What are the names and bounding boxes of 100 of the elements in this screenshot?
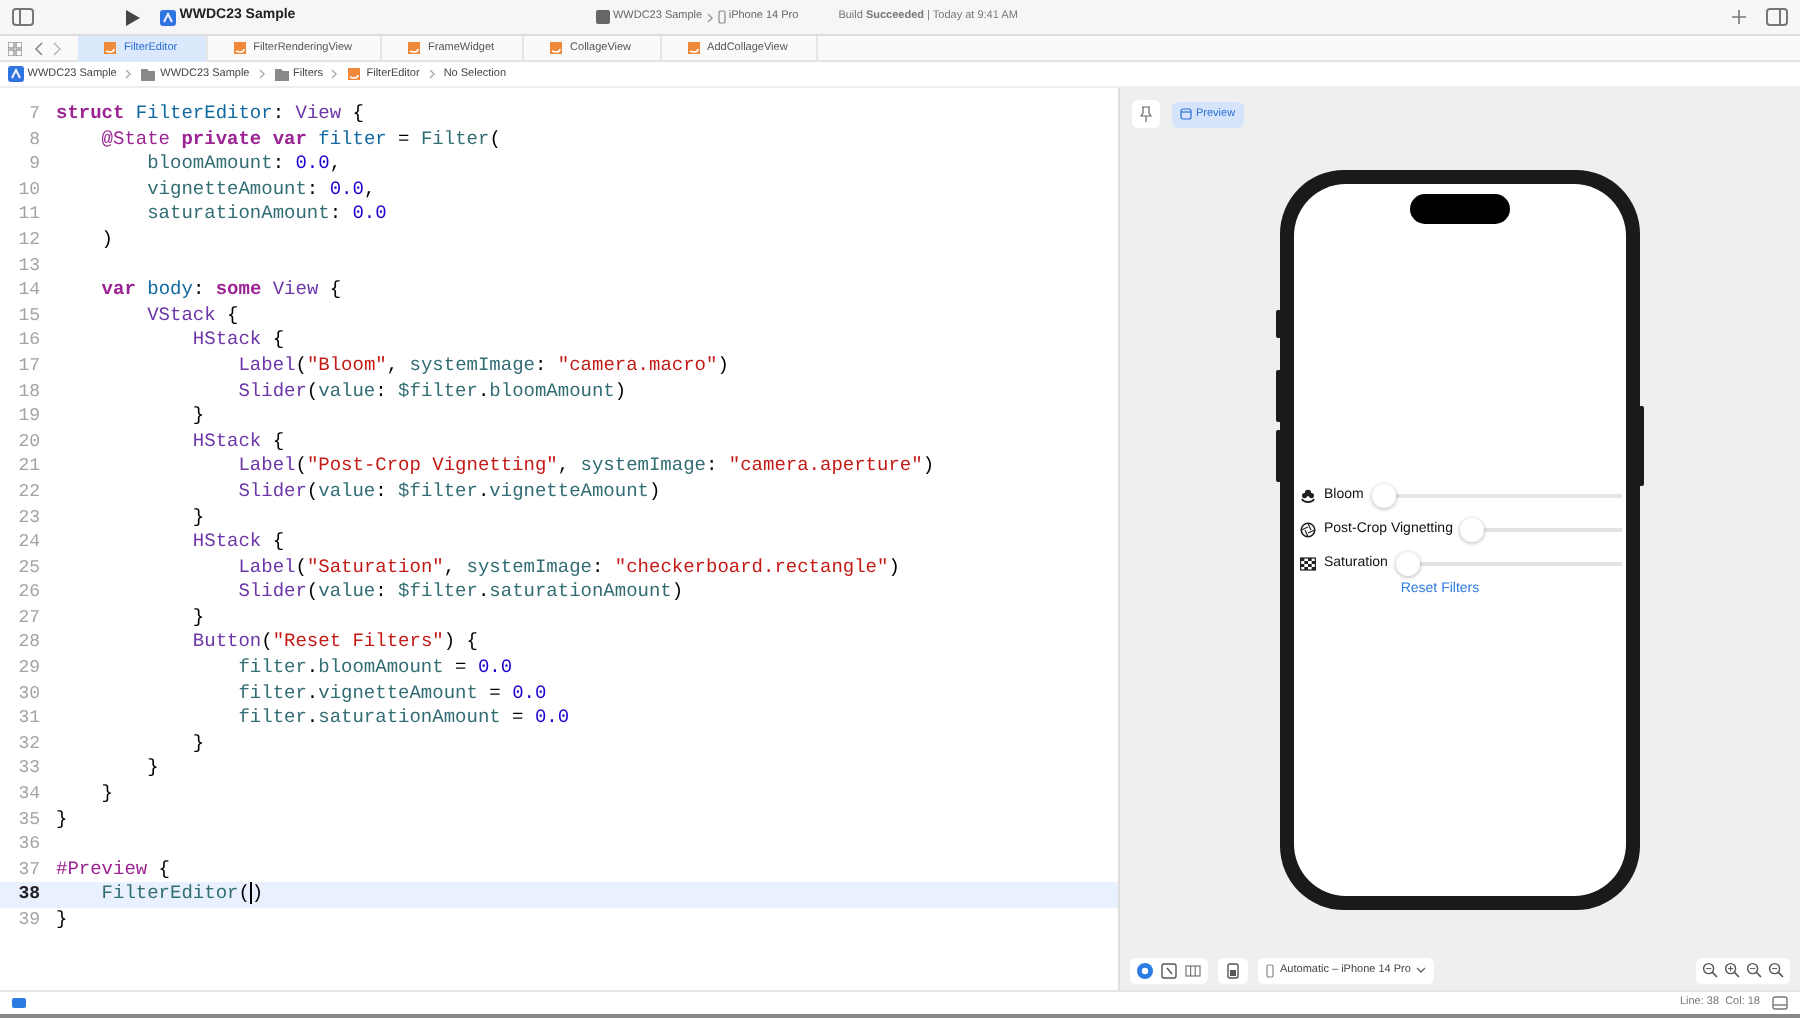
code-line: filter.saturationAmount = 0.0 xyxy=(236,706,570,732)
slider-thumb[interactable] xyxy=(1371,483,1396,508)
debug-area-icon xyxy=(12,998,28,1008)
line-number: 23 xyxy=(16,505,40,531)
line-number: 13 xyxy=(16,253,40,279)
zoom-in-icon[interactable] xyxy=(1724,962,1740,978)
run-button[interactable] xyxy=(126,9,140,25)
chevron-icon xyxy=(330,68,339,80)
chevron-down-icon xyxy=(1416,966,1427,974)
line-number: 29 xyxy=(16,656,40,682)
sidebar-toggle-icon[interactable] xyxy=(12,8,34,26)
zoom-actual-icon[interactable] xyxy=(1768,962,1784,978)
slider-track[interactable] xyxy=(1371,483,1622,508)
code-line: } xyxy=(145,756,159,783)
live-mode-icon[interactable] xyxy=(1136,961,1154,979)
chevron-icon xyxy=(427,68,436,80)
app-icon xyxy=(160,9,176,25)
folder-icon xyxy=(273,66,290,82)
chevron-icon xyxy=(124,68,133,80)
code-line: saturationAmount: 0.0 xyxy=(145,202,387,228)
line-number: 26 xyxy=(16,580,40,606)
flower-icon xyxy=(1300,487,1316,504)
dynamic-island xyxy=(1410,194,1510,224)
code-line: Button("Reset Filters") { xyxy=(190,630,478,657)
grid-icon[interactable] xyxy=(8,41,22,55)
line-number: 32 xyxy=(16,731,40,757)
code-line: FilterEditor() xyxy=(99,882,264,908)
line-number: 31 xyxy=(16,706,40,732)
code-line: HStack { xyxy=(190,429,285,455)
folder-icon xyxy=(140,66,157,82)
slider-track[interactable] xyxy=(1460,517,1622,542)
line-number: 16 xyxy=(16,328,40,354)
line-number: 7 xyxy=(27,102,40,128)
line-number: 22 xyxy=(16,479,40,505)
line-number: 21 xyxy=(16,454,40,480)
panel-toggle-icon[interactable] xyxy=(1772,996,1788,1010)
checkerboard-icon xyxy=(1300,555,1316,572)
line-number: 25 xyxy=(16,555,40,581)
line-number: 24 xyxy=(16,530,40,556)
code-line: var body: some View { xyxy=(99,278,342,304)
line-number: 30 xyxy=(16,681,40,707)
chevron-icon xyxy=(257,68,266,80)
code-line: Label("Bloom", systemImage: "camera.macro") xyxy=(236,353,729,380)
zoom-fit-icon[interactable] xyxy=(1746,962,1762,978)
line-number: 9 xyxy=(27,152,40,178)
code-line: filter.bloomAmount = 0.0 xyxy=(236,656,513,682)
code-line: } xyxy=(99,782,114,808)
code-line: Label("Post-Crop Vignetting", systemImage: "camera.aperture") xyxy=(236,454,935,480)
line-number: 35 xyxy=(16,807,40,833)
line-number: 12 xyxy=(16,227,40,254)
project-icon xyxy=(8,66,24,82)
code-line: HStack { xyxy=(190,328,285,354)
code-line: } xyxy=(54,908,68,934)
line-number: 10 xyxy=(16,177,40,203)
code-line: bloomAmount: 0.0, xyxy=(145,152,342,178)
swift-file-icon xyxy=(346,66,363,82)
pin-icon xyxy=(1140,106,1152,122)
code-line: Label("Saturation", systemImage: "checkerboard.rectangle") xyxy=(236,555,900,581)
slider-thumb[interactable] xyxy=(1395,551,1420,576)
code-line: Slider(value: $filter.saturationAmount) xyxy=(236,580,684,606)
line-number: 36 xyxy=(16,832,40,858)
code-line: vignetteAmount: 0.0, xyxy=(145,177,376,203)
zoom-out-icon[interactable] xyxy=(1702,962,1718,978)
line-number: 20 xyxy=(16,429,40,455)
phone-icon xyxy=(717,10,726,24)
swift-file-icon xyxy=(102,40,118,56)
code-line: VStack { xyxy=(145,303,239,329)
back-icon[interactable] xyxy=(34,41,44,55)
line-number: 19 xyxy=(16,404,40,430)
code-line: HStack { xyxy=(190,530,285,556)
line-number: 37 xyxy=(16,857,40,883)
line-number: 38 xyxy=(16,882,40,908)
code-line: } xyxy=(190,404,205,430)
line-number: 8 xyxy=(27,127,40,153)
line-number: 18 xyxy=(16,379,40,405)
line-number: 28 xyxy=(16,630,40,657)
code-line: @State private var filter = Filter( xyxy=(99,127,501,153)
add-icon[interactable] xyxy=(1732,10,1746,24)
line-number: 39 xyxy=(16,908,40,934)
device-settings-icon[interactable] xyxy=(1224,961,1242,979)
line-number: 14 xyxy=(16,278,40,304)
code-line: Slider(value: $filter.bloomAmount) xyxy=(236,379,627,405)
line-number: 27 xyxy=(16,605,40,631)
slider-track[interactable] xyxy=(1395,551,1622,576)
aperture-icon xyxy=(1300,521,1316,538)
chevron-icon xyxy=(705,11,714,23)
code-line: #Preview { xyxy=(54,857,171,883)
slider-thumb[interactable] xyxy=(1460,517,1485,542)
phone-icon xyxy=(1266,963,1274,977)
code-line: ) xyxy=(99,227,114,254)
inspector-toggle-icon[interactable] xyxy=(1766,8,1788,26)
code-line: filter.vignetteAmount = 0.0 xyxy=(236,681,547,707)
code-line: } xyxy=(54,807,68,833)
code-line: Slider(value: $filter.vignetteAmount) xyxy=(236,479,661,505)
line-number: 15 xyxy=(16,303,40,329)
preview-icon xyxy=(1180,108,1192,120)
select-mode-icon[interactable] xyxy=(1160,961,1178,979)
variants-icon[interactable] xyxy=(1184,961,1202,979)
code-line: } xyxy=(190,605,205,631)
pin-button[interactable] xyxy=(1132,100,1160,128)
